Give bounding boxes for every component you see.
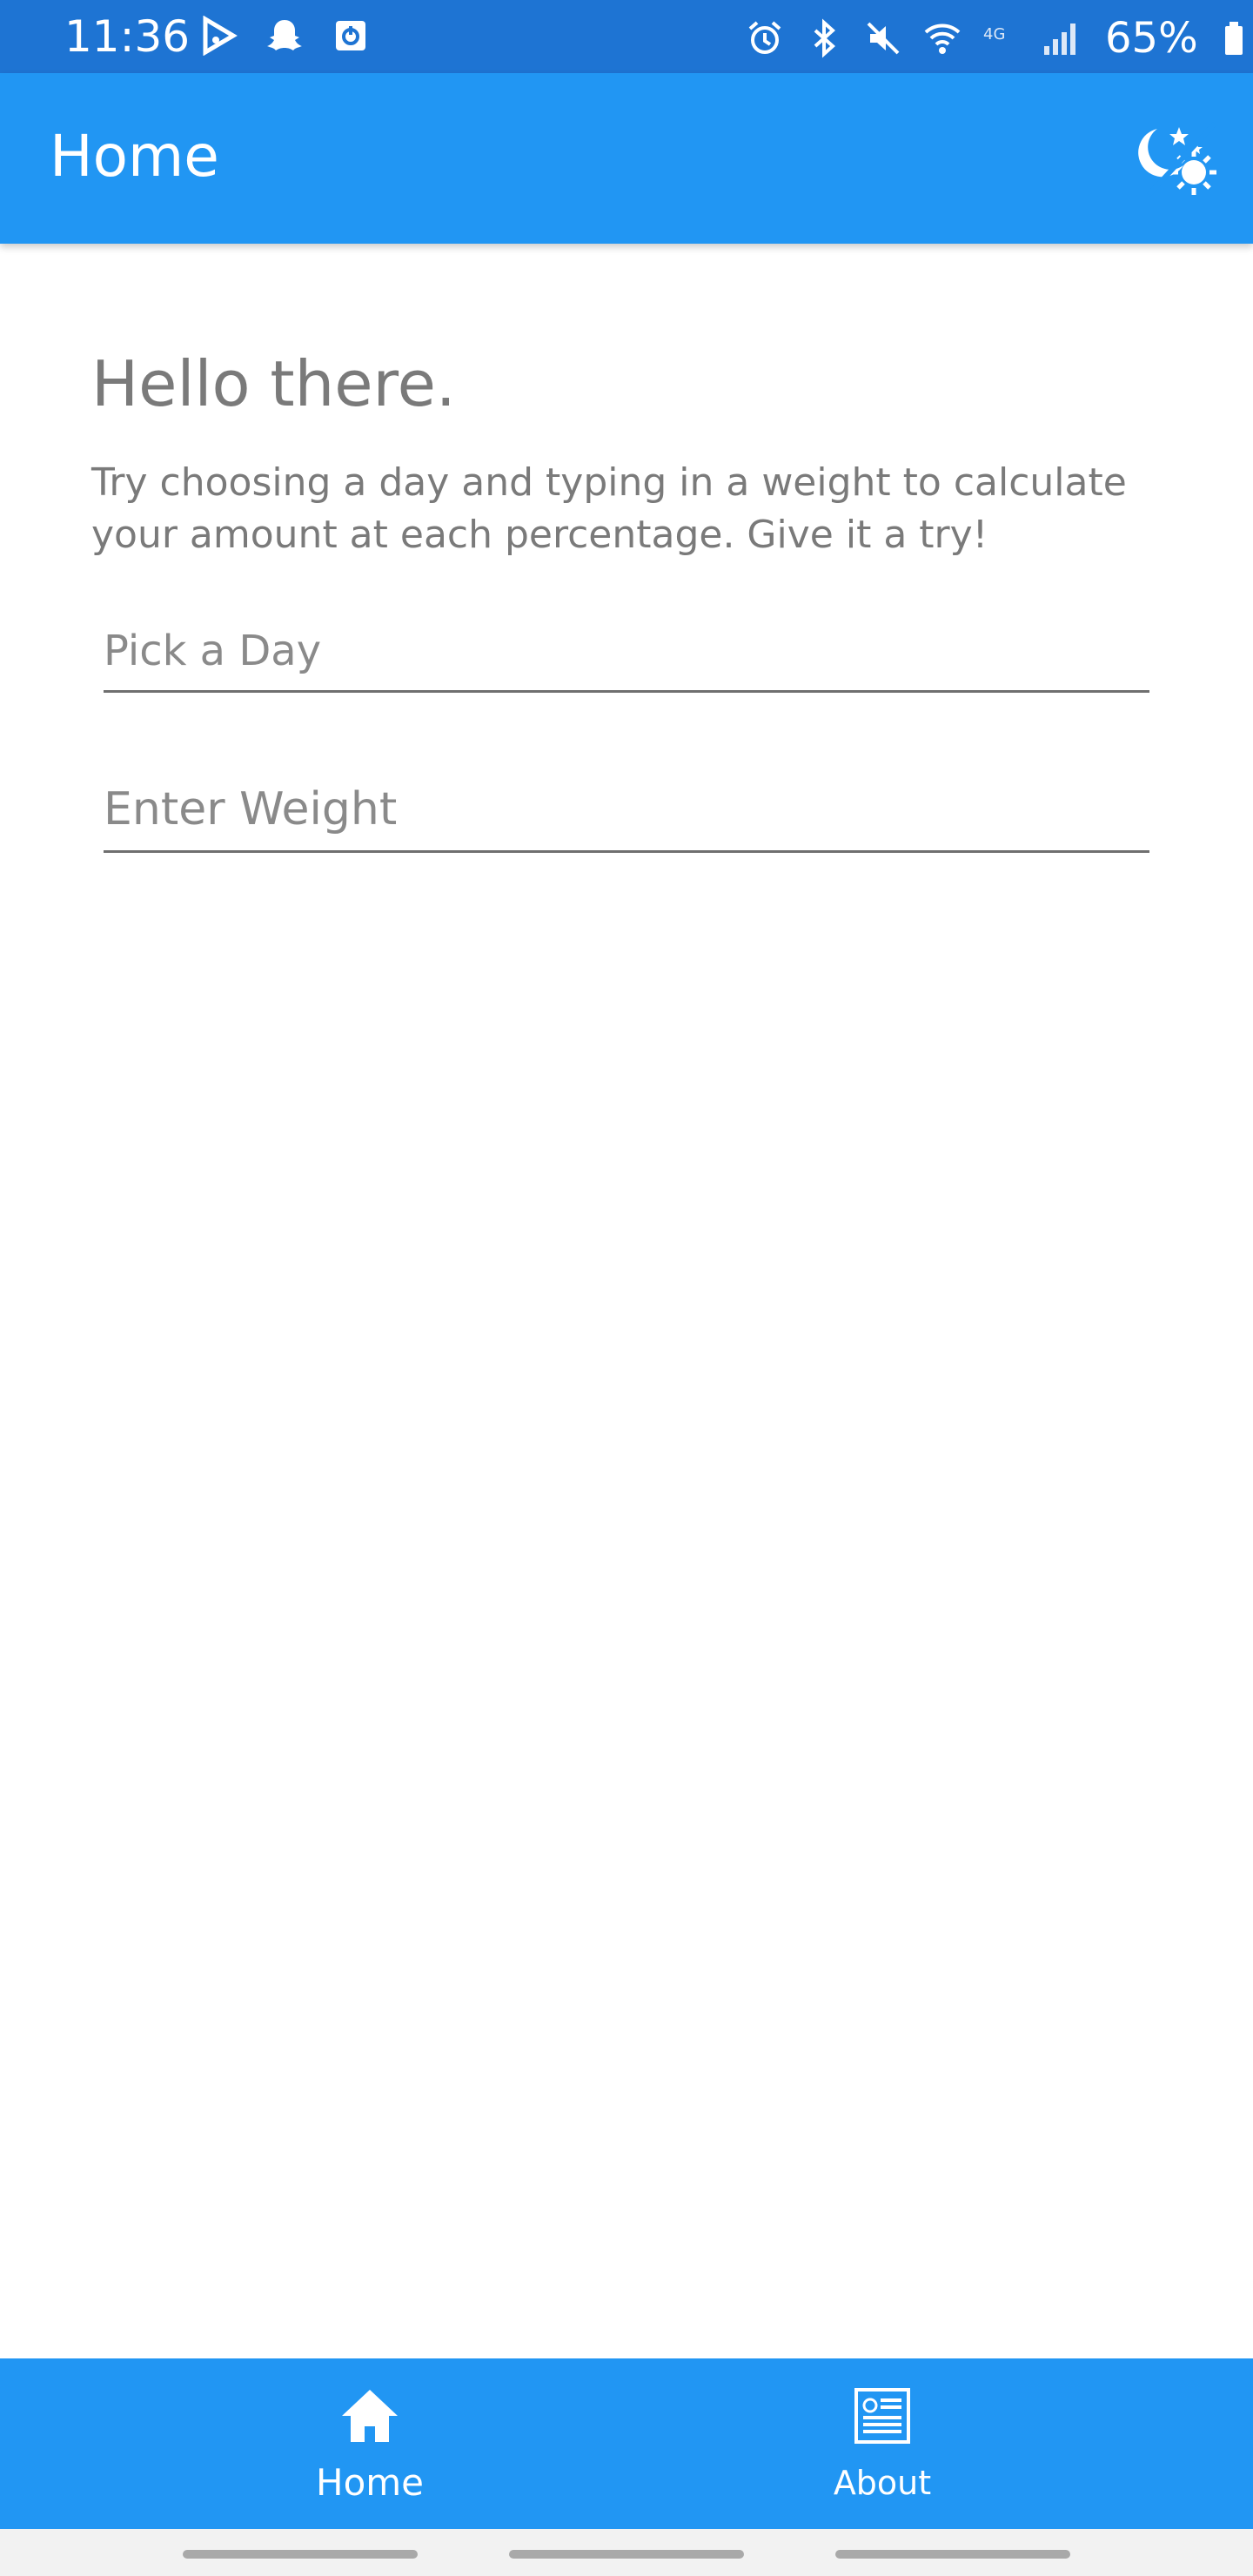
- about-icon: [854, 2388, 910, 2444]
- nav-recents-handle[interactable]: [183, 2550, 418, 2559]
- network-type-label: 4G: [983, 25, 1005, 44]
- app-notification-icon: [336, 21, 365, 50]
- nav-home-handle[interactable]: [509, 2550, 744, 2559]
- mute-icon: [867, 22, 900, 55]
- lte-icon: 4G: [983, 25, 1005, 44]
- app-bar: Home: [0, 73, 1253, 244]
- tab-about[interactable]: About: [752, 2358, 1013, 2529]
- status-left-icons: [198, 16, 371, 56]
- bluetooth-icon: [814, 18, 835, 58]
- tab-home[interactable]: Home: [239, 2358, 500, 2529]
- status-right-icons: 4G 65%: [745, 14, 1253, 63]
- snapchat-ghost-icon: [267, 20, 302, 50]
- system-nav-bar: [0, 2529, 1253, 2576]
- tab-home-label: Home: [315, 2461, 425, 2504]
- page-title: Home: [50, 123, 219, 190]
- status-time: 11:36: [64, 11, 191, 62]
- battery-icon: [1224, 22, 1243, 55]
- bottom-tab-bar: Home About: [0, 2358, 1253, 2529]
- alarm-icon: [748, 21, 781, 54]
- weight-input[interactable]: Enter Weight: [104, 783, 1149, 853]
- signal-icon: [1044, 23, 1075, 55]
- intro-text: Try choosing a day and typing in a weigh…: [91, 460, 1127, 557]
- greeting-heading: Hello there.: [91, 347, 456, 420]
- music-play-icon: [203, 16, 238, 56]
- day-night-toggle-icon[interactable]: [1131, 111, 1227, 207]
- home-icon: [342, 2390, 398, 2442]
- wifi-icon: [924, 23, 961, 54]
- nav-back-handle[interactable]: [835, 2550, 1070, 2559]
- tab-about-label: About: [833, 2464, 932, 2502]
- day-picker[interactable]: Pick a Day: [104, 627, 1149, 693]
- status-bar: 11:36 4G 65%: [0, 0, 1253, 73]
- battery-percent: 65%: [1105, 14, 1198, 63]
